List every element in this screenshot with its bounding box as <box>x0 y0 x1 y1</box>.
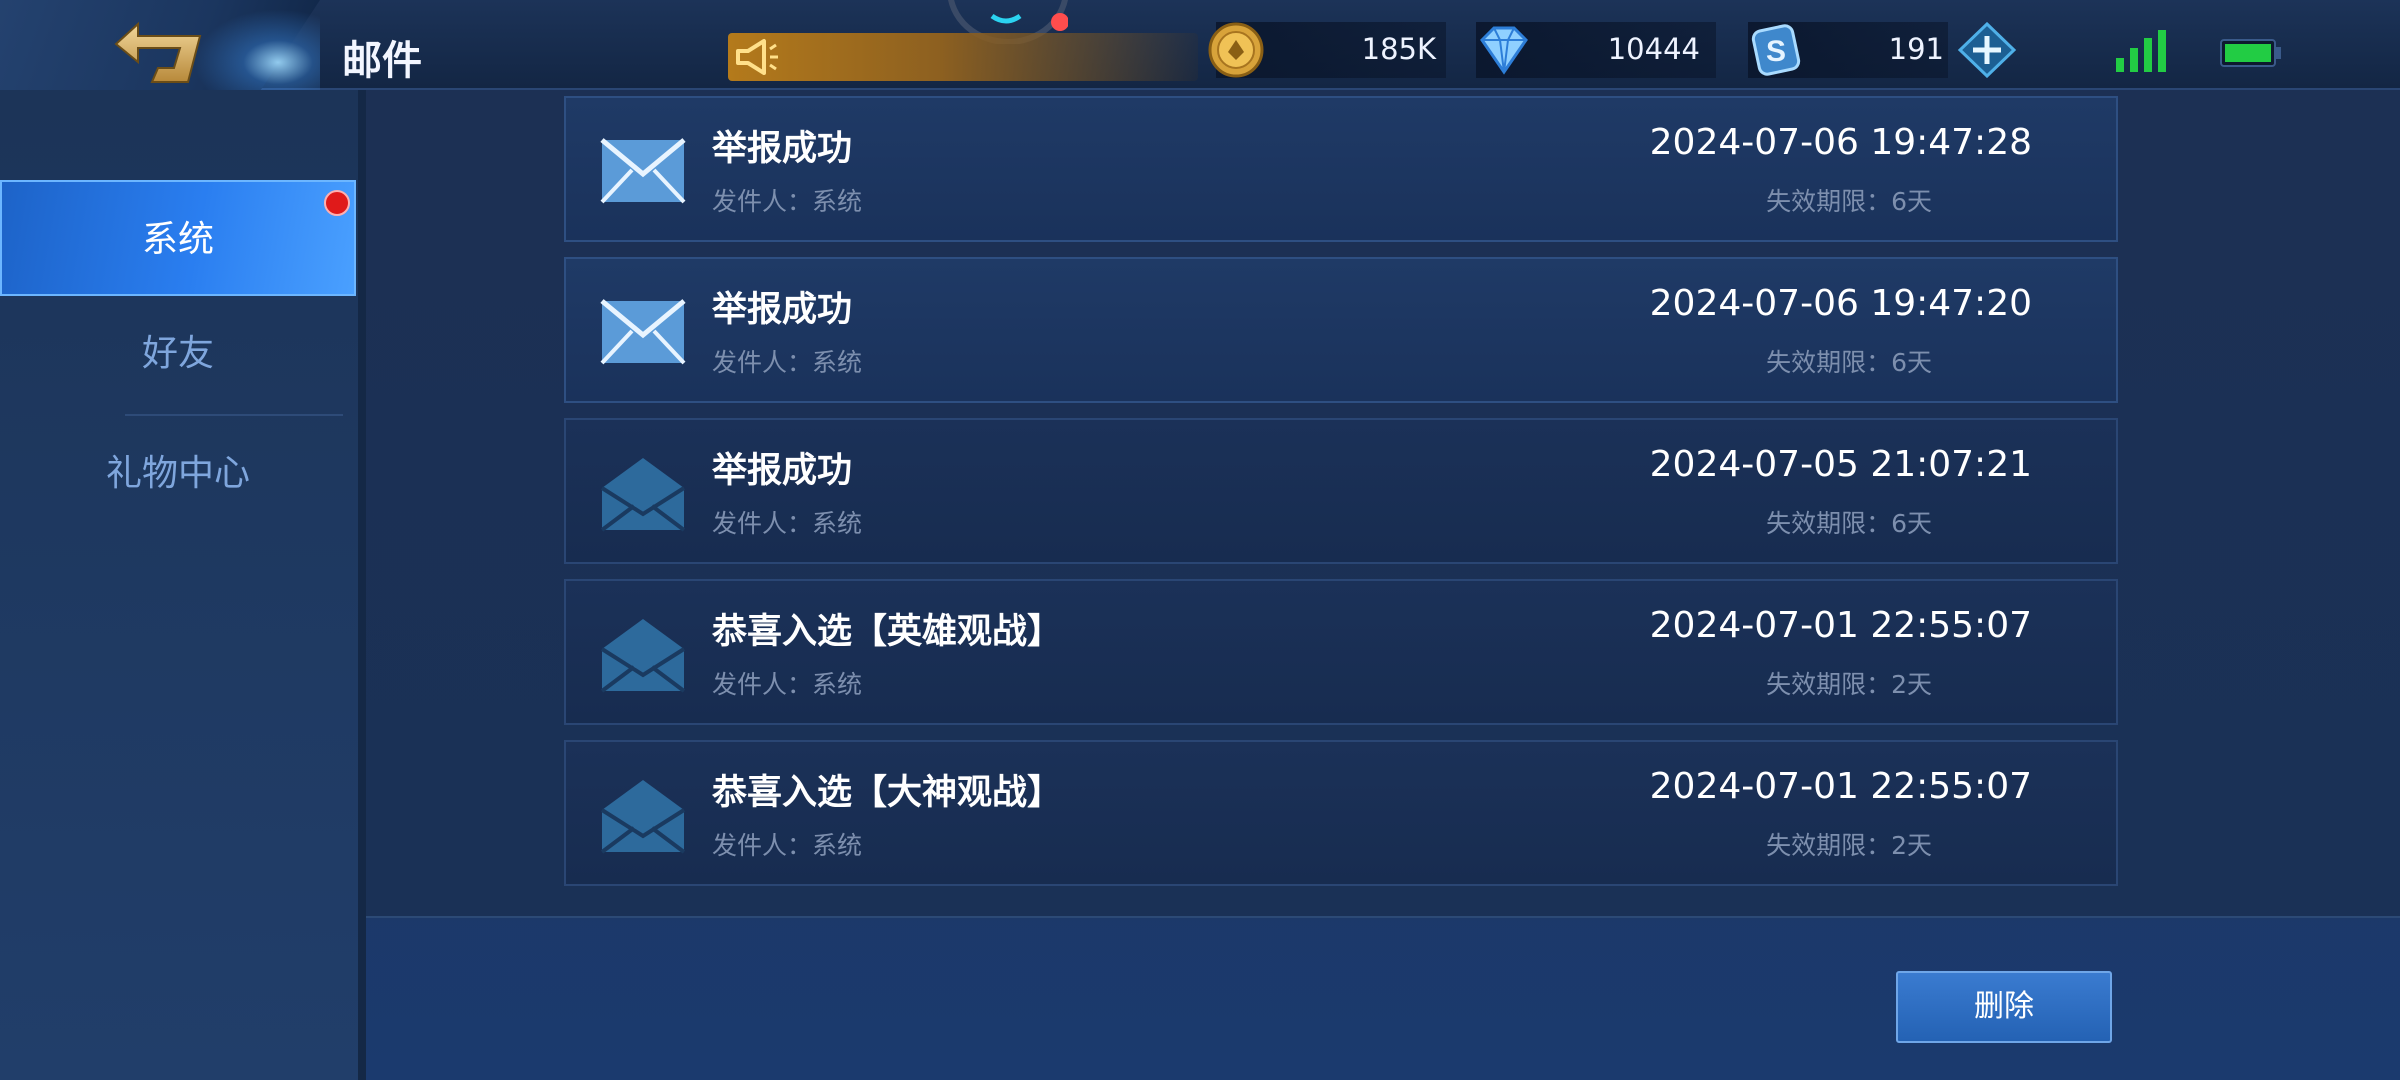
mail-expiry: 失效期限：6天 <box>1766 187 1932 216</box>
unread-mail-icon <box>600 138 686 204</box>
read-mail-icon <box>600 780 686 854</box>
mail-time: 2024-07-06 19:47:20 <box>1649 283 2032 324</box>
mail-sender: 发件人：系统 <box>712 187 863 216</box>
mail-expiry: 失效期限：2天 <box>1766 831 1932 860</box>
sidebar-item-label: 好友 <box>141 333 214 374</box>
diamond-value: 10444 <box>1607 32 1700 66</box>
page-title: 邮件 <box>342 38 422 84</box>
sidebar-item-label: 礼物中心 <box>105 453 250 494</box>
gold-value: 185K <box>1361 32 1436 66</box>
mail-item[interactable]: 举报成功 发件人：系统 2024-07-05 21:07:21 失效期限：6天 <box>564 418 2118 564</box>
sidebar-item-label: 系统 <box>141 219 214 260</box>
mail-title: 举报成功 <box>712 129 853 169</box>
notification-badge <box>324 190 350 216</box>
mail-sender: 发件人：系统 <box>712 831 863 860</box>
sidebar-item-system[interactable]: 系统 <box>0 180 356 296</box>
delete-button[interactable]: 删除 <box>1896 971 2112 1043</box>
sidebar-item-gift-center[interactable]: 礼物中心 <box>0 416 356 532</box>
mail-expiry: 失效期限：2天 <box>1766 670 1932 699</box>
mail-time: 2024-07-06 19:47:28 <box>1649 122 2032 163</box>
megaphone-icon <box>736 39 778 75</box>
read-mail-icon <box>600 458 686 532</box>
s-voucher-icon: S <box>1751 24 1801 76</box>
mail-time: 2024-07-01 22:55:07 <box>1649 766 2032 807</box>
mail-item[interactable]: 恭喜入选【英雄观战】 发件人：系统 2024-07-01 22:55:07 失效… <box>564 579 2118 725</box>
mail-sender: 发件人：系统 <box>712 670 863 699</box>
voucher-value: 191 <box>1888 32 1944 66</box>
unread-mail-icon <box>600 299 686 365</box>
mail-sender: 发件人：系统 <box>712 509 863 538</box>
diamond-icon <box>1480 26 1528 75</box>
mail-time: 2024-07-01 22:55:07 <box>1649 605 2032 646</box>
plus-icon[interactable] <box>1956 22 2018 78</box>
sidebar-item-friends[interactable]: 好友 <box>0 296 356 412</box>
gold-coin-icon <box>1208 22 1264 78</box>
mail-title: 恭喜入选【大神观战】 <box>712 773 1063 813</box>
mail-item[interactable]: 举报成功 发件人：系统 2024-07-06 19:47:28 失效期限：6天 <box>564 96 2118 242</box>
signal-icon <box>2116 30 2166 72</box>
mail-item[interactable]: 举报成功 发件人：系统 2024-07-06 19:47:20 失效期限：6天 <box>564 257 2118 403</box>
read-mail-icon <box>600 619 686 693</box>
mail-time: 2024-07-05 21:07:21 <box>1649 444 2032 485</box>
mail-item[interactable]: 恭喜入选【大神观战】 发件人：系统 2024-07-01 22:55:07 失效… <box>564 740 2118 886</box>
mail-expiry: 失效期限：6天 <box>1766 348 1932 377</box>
battery-icon <box>2220 39 2281 67</box>
sidebar: 系统 好友 礼物中心 <box>0 90 366 1080</box>
mail-expiry: 失效期限：6天 <box>1766 509 1932 538</box>
mail-title: 恭喜入选【英雄观战】 <box>712 612 1063 652</box>
back-arrow-icon[interactable] <box>108 18 212 88</box>
mail-title: 举报成功 <box>712 290 853 330</box>
mail-sender: 发件人：系统 <box>712 348 863 377</box>
announcement-bar[interactable] <box>728 33 1198 81</box>
mail-title: 举报成功 <box>712 451 853 491</box>
svg-text:S: S <box>1766 35 1786 68</box>
